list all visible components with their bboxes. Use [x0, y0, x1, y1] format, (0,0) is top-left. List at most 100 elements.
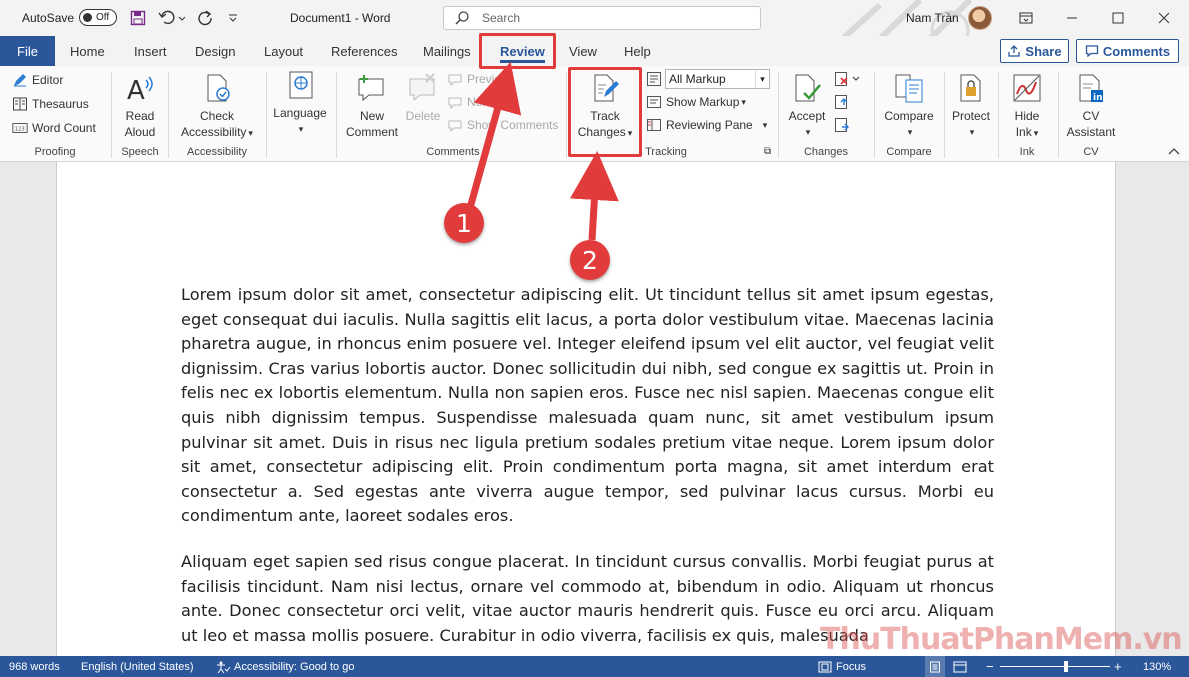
document-page[interactable]: Lorem ipsum dolor sit amet, consectetur …	[56, 162, 1116, 656]
hide-ink-icon	[1011, 72, 1043, 104]
zoom-out-button[interactable]: −	[986, 656, 994, 677]
zoom-level[interactable]: 130%	[1143, 656, 1171, 677]
new-comment-button[interactable]: New Comment	[340, 72, 404, 140]
document-paragraph[interactable]: Lorem ipsum dolor sit amet, consectetur …	[181, 283, 994, 529]
user-name[interactable]: Nam Trần	[906, 0, 959, 36]
tab-insert[interactable]: Insert	[134, 36, 167, 66]
group-label-speech: Speech	[121, 146, 159, 158]
editor-button[interactable]: Editor	[12, 72, 63, 88]
check-accessibility-button[interactable]: Check Accessibility ▾	[176, 72, 258, 141]
thesaurus-button[interactable]: Thesaurus	[12, 96, 89, 112]
markup-dropdown[interactable]: All Markup ▾	[665, 69, 770, 89]
group-label-accessibility: Accessibility	[187, 146, 247, 158]
previous-change-icon[interactable]	[834, 94, 850, 110]
show-markup-button[interactable]: Show Markup ▾	[646, 94, 746, 110]
tab-design[interactable]: Design	[195, 36, 235, 66]
svg-text:123: 123	[15, 127, 25, 133]
customize-toolbar-icon[interactable]	[228, 0, 238, 36]
markup-value: All Markup	[669, 72, 726, 86]
group-separator	[266, 72, 267, 158]
title-bar: AutoSave Off Document1 - Word Search Nam…	[0, 0, 1189, 60]
step-1-badge: 1	[444, 203, 484, 243]
group-label-changes: Changes	[803, 146, 849, 158]
chevron-down-icon: ▾	[805, 127, 811, 137]
web-layout-icon[interactable]	[953, 656, 967, 677]
autosave-toggle[interactable]: Off	[79, 9, 117, 26]
group-separator	[944, 72, 945, 158]
word-count-icon: 123	[12, 120, 28, 136]
tab-file[interactable]: File	[0, 36, 55, 66]
check-label-2: Accessibility	[181, 125, 247, 139]
read-aloud-label-1: Read	[125, 109, 155, 123]
chevron-down-icon: ▾	[907, 127, 913, 137]
accept-label: Accept	[788, 109, 826, 123]
show-comments-button[interactable]: Show Comments	[447, 117, 558, 133]
hide-ink-button[interactable]: Hide Ink ▾	[1004, 72, 1050, 141]
delete-label: Delete	[405, 109, 441, 123]
tracking-dialog-launcher-icon[interactable]: ⧉	[764, 146, 771, 157]
ribbon-display-options-icon[interactable]	[1003, 0, 1049, 36]
tab-home[interactable]: Home	[70, 36, 105, 66]
zoom-slider-thumb[interactable]	[1064, 661, 1068, 672]
status-word-count[interactable]: 968 words	[9, 656, 60, 677]
document-area: Lorem ipsum dolor sit amet, consectetur …	[0, 162, 1189, 656]
share-button[interactable]: Share	[1000, 39, 1069, 63]
compare-button[interactable]: Compare ▾	[880, 72, 938, 140]
close-button[interactable]	[1141, 0, 1187, 36]
zoom-in-button[interactable]: +	[1114, 656, 1122, 677]
group-label-proofing: Proofing	[34, 146, 76, 158]
chevron-down-icon: ▾	[248, 128, 253, 138]
language-icon	[284, 69, 316, 101]
search-placeholder: Search	[482, 11, 521, 25]
zoom-slider[interactable]	[1000, 666, 1110, 667]
avatar[interactable]	[968, 6, 992, 30]
tab-mailings[interactable]: Mailings	[423, 36, 471, 66]
editor-label: Editor	[32, 73, 64, 87]
word-count-button[interactable]: 123 Word Count	[12, 120, 96, 136]
group-label-comments: Comments	[426, 146, 480, 158]
redo-icon[interactable]	[196, 0, 214, 36]
tab-layout[interactable]: Layout	[264, 36, 303, 66]
protect-button[interactable]: Protect ▾	[948, 72, 994, 140]
show-markup-icon	[646, 94, 662, 110]
svg-text:A: A	[127, 76, 145, 104]
save-icon[interactable]	[130, 0, 146, 36]
minimize-button[interactable]	[1049, 0, 1095, 36]
show-comments-label: Show Comments	[467, 118, 559, 132]
reject-icon[interactable]	[834, 71, 860, 87]
accept-button[interactable]: Accept ▾	[784, 72, 830, 140]
tab-help[interactable]: Help	[624, 36, 651, 66]
lock-icon	[955, 72, 987, 104]
reviewing-pane-button[interactable]: Reviewing Pane ▾	[646, 117, 767, 133]
maximize-button[interactable]	[1095, 0, 1141, 36]
accessibility-icon	[217, 661, 231, 673]
next-change-icon[interactable]	[834, 117, 850, 133]
cv-label-2: Assistant	[1066, 125, 1116, 139]
tab-references[interactable]: References	[331, 36, 397, 66]
comments-label: Comments	[1102, 43, 1171, 59]
read-aloud-button[interactable]: A Read Aloud	[118, 72, 162, 140]
word-count-label: Word Count	[32, 121, 96, 135]
tab-view[interactable]: View	[569, 36, 597, 66]
language-button[interactable]: Language ▾	[271, 69, 329, 137]
protect-label: Protect	[951, 109, 990, 123]
group-label-compare: Compare	[886, 146, 932, 158]
focus-button[interactable]: Focus	[818, 656, 866, 677]
compare-icon	[893, 72, 925, 104]
previous-comment-button[interactable]: Previous	[447, 71, 514, 87]
next-comment-button[interactable]: Next	[447, 94, 492, 110]
search-box[interactable]: Search	[443, 6, 761, 30]
hide-ink-label-1: Hide	[1014, 109, 1040, 123]
status-accessibility[interactable]: Accessibility: Good to go	[215, 656, 354, 677]
chevron-down-icon: ▾	[762, 119, 768, 130]
search-icon	[455, 11, 469, 25]
comments-button[interactable]: Comments	[1076, 39, 1179, 63]
cv-assistant-button[interactable]: in CV Assistant	[1062, 72, 1120, 140]
collapse-ribbon-icon[interactable]	[1168, 146, 1180, 159]
status-language[interactable]: English (United States)	[81, 656, 194, 677]
focus-icon	[818, 661, 832, 672]
print-layout-icon[interactable]	[925, 656, 945, 677]
linkedin-icon: in	[1075, 72, 1107, 104]
delete-comment-button[interactable]: Delete	[404, 72, 442, 124]
undo-icon[interactable]	[158, 0, 186, 36]
